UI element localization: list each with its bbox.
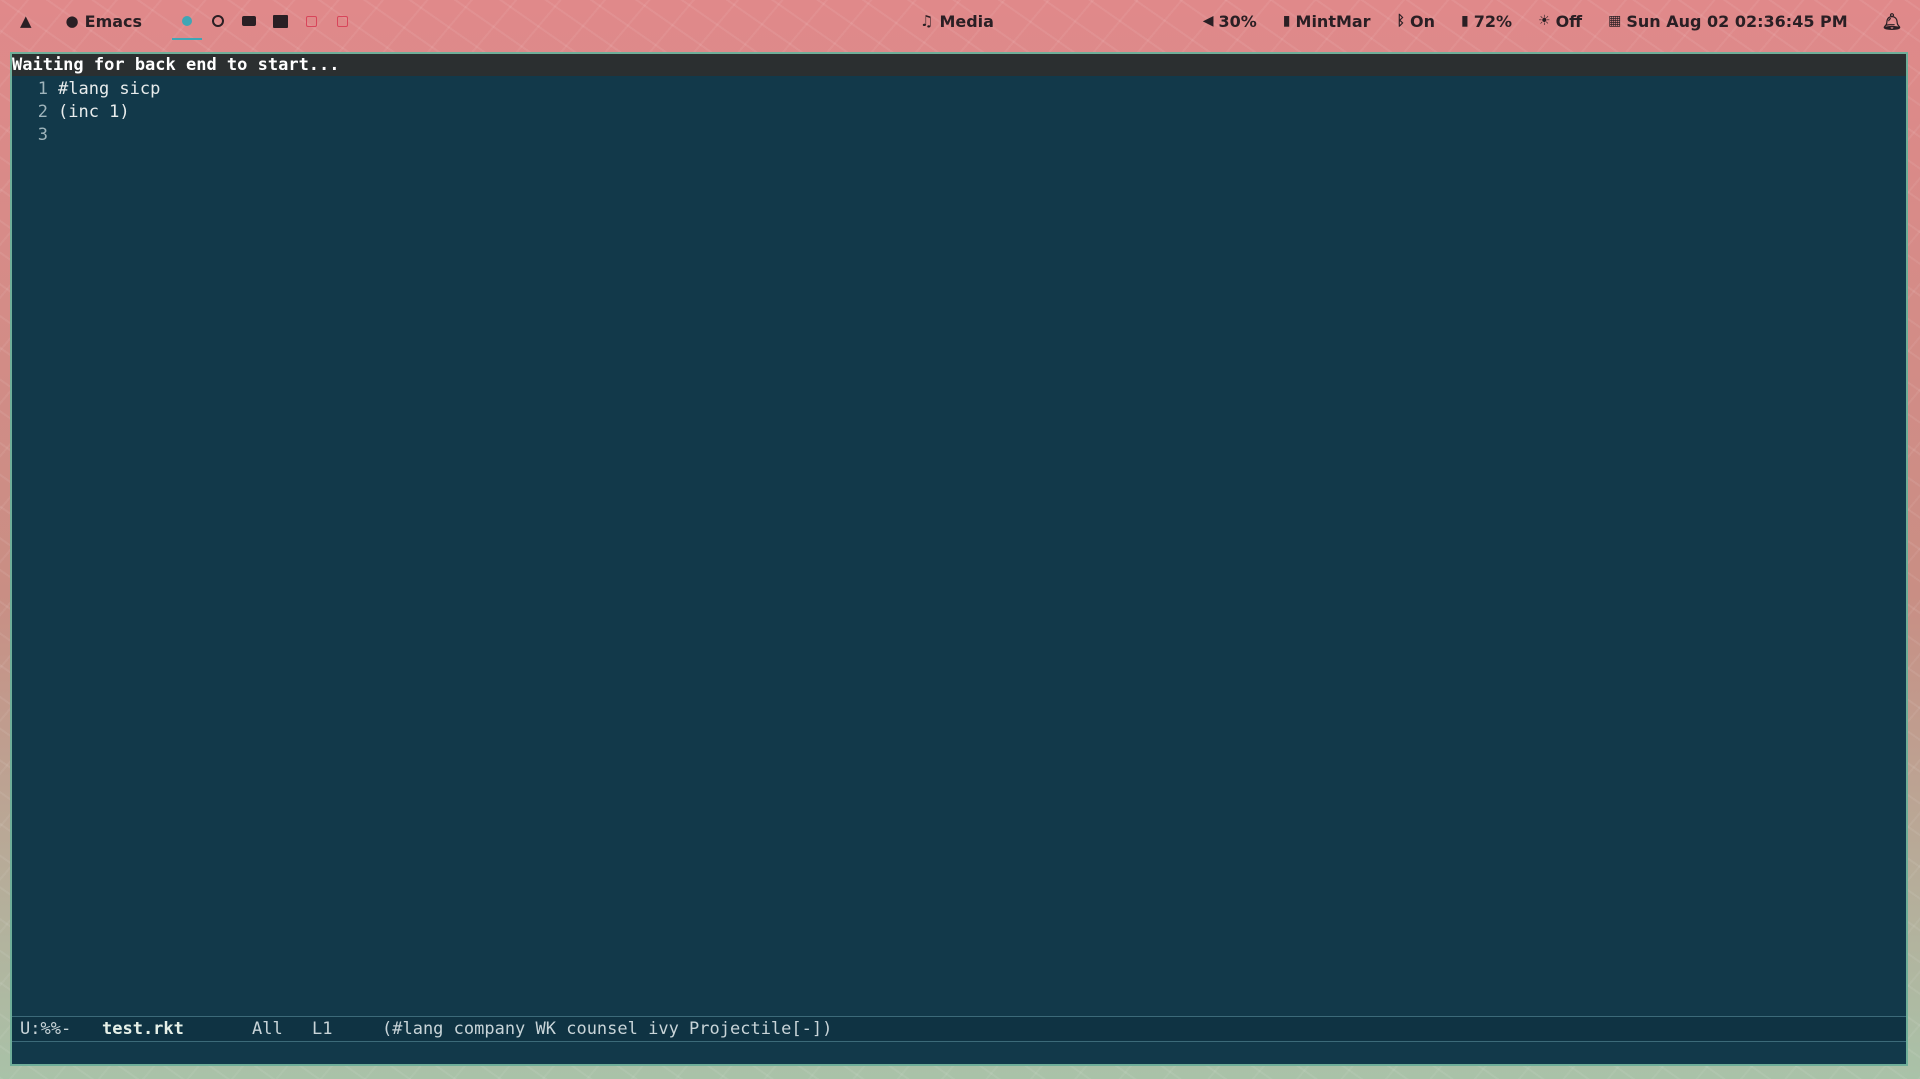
editor-buffer[interactable]: 1 #lang sicp 2 (inc 1) 3 [12, 78, 1906, 1019]
media-label: Media [939, 11, 994, 31]
line-number: 1 [37, 79, 48, 99]
buffer-line[interactable]: 1 #lang sicp [12, 78, 1906, 101]
bar-right-section: ◀ 30% ▮ MintMar ᛒ On ▮ 72% ☀ Off ▦ Sun A… [1177, 0, 1902, 42]
emacs-icon: ● [65, 12, 79, 30]
wifi-icon: ▮ [1282, 13, 1291, 29]
line-number: 2 [37, 102, 48, 122]
workspace-1-button[interactable] [172, 10, 203, 40]
clock-widget[interactable]: ▦ Sun Aug 02 02:36:45 PM [1608, 12, 1848, 31]
workspace-2-button[interactable] [207, 10, 229, 32]
lightbulb-icon: ☀ [1538, 13, 1551, 29]
calendar-icon: ▦ [1608, 13, 1622, 29]
bar-left-section: ▲ ● Emacs [20, 0, 362, 42]
workspace-5-icon [305, 15, 317, 27]
network-name: MintMar [1295, 11, 1371, 31]
bluetooth-widget[interactable]: ᛒ On [1397, 12, 1435, 31]
brightness-widget[interactable]: ☀ Off [1538, 12, 1582, 31]
datetime-label: Sun Aug 02 02:36:45 PM [1626, 11, 1848, 31]
workspace-switcher [172, 10, 362, 40]
bar-center-section: ♫ Media [920, 0, 1022, 42]
active-window-title: ● Emacs [66, 12, 143, 31]
notification-bell-icon[interactable]: 🔔︎ [1882, 12, 1902, 31]
music-note-icon: ♫ [920, 12, 934, 30]
workspace-4-button[interactable] [269, 10, 291, 32]
workspace-3-button[interactable] [238, 10, 260, 32]
volume-value: 30% [1218, 11, 1257, 31]
workspace-2-icon [212, 15, 225, 27]
mode-line: U:%%- test.rkt All L1 (#lang company WK … [12, 1016, 1906, 1042]
buffer-position: All [252, 1019, 283, 1039]
bluetooth-status: On [1409, 11, 1435, 31]
buffer-status: U:%%- [20, 1019, 72, 1039]
workspace-6-button[interactable] [331, 10, 353, 32]
network-widget[interactable]: ▮ MintMar [1283, 12, 1371, 31]
minibuffer[interactable] [12, 1042, 1906, 1064]
arch-logo-icon: ▲ [20, 12, 32, 30]
brightness-status: Off [1555, 11, 1583, 31]
folder-icon [242, 16, 257, 26]
speaker-icon: ◀ [1202, 13, 1214, 29]
line-number: 3 [37, 125, 48, 145]
echo-area-message: Waiting for back end to start... [12, 54, 1906, 76]
buffer-filename[interactable]: test.rkt [102, 1017, 252, 1041]
line-text[interactable]: (inc 1) [58, 101, 130, 124]
workspace-6-icon [336, 15, 348, 27]
minor-modes[interactable]: (#lang company WK counsel ivy Projectile… [382, 1017, 832, 1041]
line-indicator: L1 [312, 1019, 333, 1039]
battery-widget[interactable]: ▮ 72% [1461, 12, 1512, 31]
launcher-button[interactable]: ▲ [20, 12, 38, 30]
buffer-line[interactable]: 2 (inc 1) [12, 101, 1906, 124]
active-window-label: Emacs [84, 11, 143, 31]
top-status-bar: ▲ ● Emacs ♫ Media ◀ 30% ▮ MintMar ᛒ On ▮… [0, 0, 1920, 42]
media-widget[interactable]: ♫ Media [920, 12, 994, 31]
bluetooth-icon: ᛒ [1396, 13, 1405, 29]
workspace-1-icon [182, 16, 193, 26]
emacs-window[interactable]: Waiting for back end to start... 1 #lang… [10, 52, 1908, 1066]
workspace-5-button[interactable] [300, 10, 322, 32]
volume-widget[interactable]: ◀ 30% [1203, 12, 1257, 31]
buffer-line[interactable]: 3 [12, 124, 1906, 147]
battery-value: 72% [1473, 11, 1512, 31]
battery-icon: ▮ [1460, 13, 1469, 29]
line-text[interactable]: #lang sicp [58, 78, 160, 101]
window-icon [272, 14, 288, 28]
